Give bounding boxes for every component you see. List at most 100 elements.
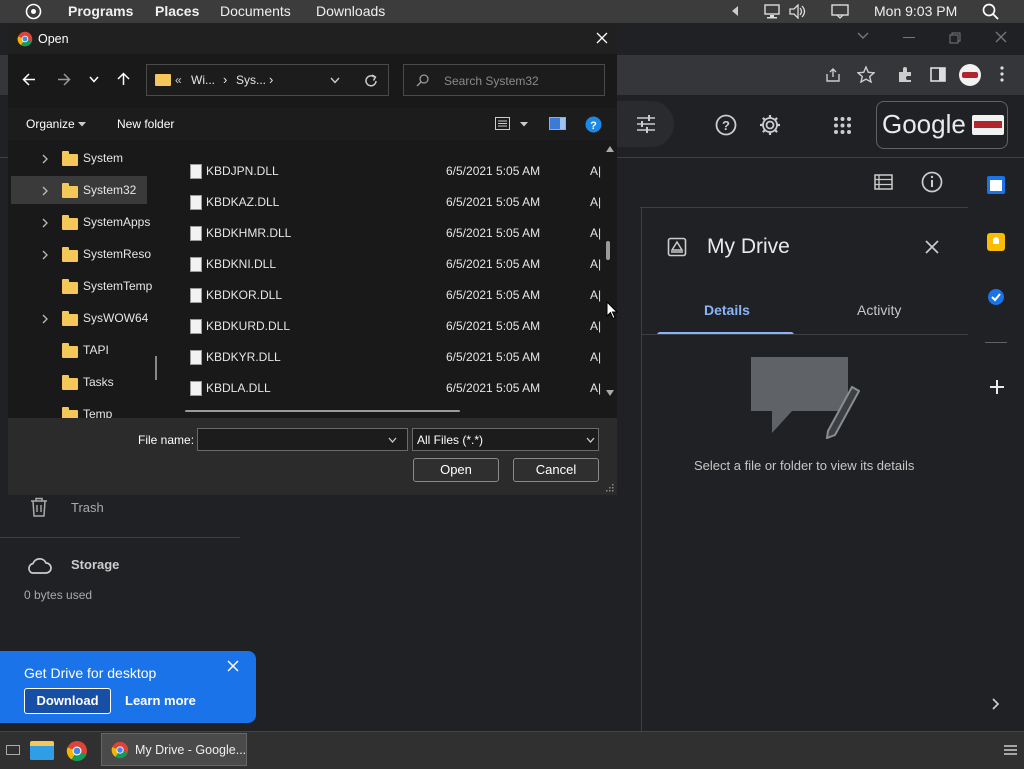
tree-item[interactable]: System xyxy=(8,150,154,168)
tray-arrow-icon[interactable] xyxy=(731,6,739,16)
network-icon[interactable] xyxy=(763,4,781,19)
tree-item[interactable]: System32 xyxy=(8,182,154,200)
breadcrumb-windows[interactable]: Wi... xyxy=(191,73,215,87)
sidebar-item-storage[interactable]: Storage xyxy=(71,557,119,572)
system-menu-icon[interactable] xyxy=(25,3,42,20)
open-button[interactable]: Open xyxy=(413,458,499,482)
address-bar[interactable]: « Wi... › Sys... › xyxy=(146,64,389,96)
apps-grid-icon[interactable] xyxy=(834,117,851,134)
tree-item[interactable]: SystemApps xyxy=(8,214,154,232)
bookmark-star-icon[interactable] xyxy=(857,66,875,83)
breadcrumb-separator[interactable]: › xyxy=(223,72,227,87)
tree-item[interactable]: SystemTemp xyxy=(8,278,154,296)
chrome-launcher-icon[interactable] xyxy=(66,740,88,762)
show-desktop-icon[interactable] xyxy=(6,745,20,755)
documents-menu[interactable]: Documents xyxy=(220,3,291,19)
calendar-icon[interactable] xyxy=(987,176,1005,194)
settings-gear-icon[interactable] xyxy=(758,113,782,137)
search-icon[interactable] xyxy=(982,3,999,20)
tree-item[interactable]: Tasks xyxy=(8,374,154,392)
close-window-icon[interactable] xyxy=(995,31,1007,43)
sidebar-item-trash[interactable]: Trash xyxy=(71,500,104,515)
file-manager-icon[interactable] xyxy=(30,741,54,760)
promo-learn-more-link[interactable]: Learn more xyxy=(125,693,196,708)
help-icon[interactable]: ? xyxy=(715,114,737,136)
tree-expand-chevron-icon[interactable] xyxy=(42,186,48,196)
scroll-up-arrow-icon[interactable] xyxy=(606,146,614,152)
dialog-close-icon[interactable] xyxy=(596,32,608,44)
file-row[interactable]: KBDKNI.DLL 6/5/2021 5:05 AM A| xyxy=(166,255,602,273)
programs-menu[interactable]: Programs xyxy=(68,3,133,19)
minimize-icon[interactable] xyxy=(903,37,915,38)
file-type-chevron-icon[interactable] xyxy=(586,437,595,443)
notification-icon[interactable] xyxy=(831,4,849,19)
add-app-icon[interactable] xyxy=(990,380,1004,394)
refresh-icon[interactable] xyxy=(364,74,378,88)
extensions-icon[interactable] xyxy=(897,66,914,83)
browser-menu-icon[interactable] xyxy=(1000,66,1004,82)
tree-expand-chevron-icon[interactable] xyxy=(42,154,48,164)
clock[interactable]: Mon 9:03 PM xyxy=(874,3,957,19)
back-arrow-icon[interactable] xyxy=(22,73,36,86)
file-row[interactable]: KBDKAZ.DLL 6/5/2021 5:05 AM A| xyxy=(166,193,602,211)
search-options-icon[interactable] xyxy=(636,115,656,133)
tree-scrollbar-thumb[interactable] xyxy=(155,356,157,380)
side-panel-icon[interactable] xyxy=(930,67,946,82)
taskbar-window-my-drive[interactable]: My Drive - Google... xyxy=(101,733,247,766)
tab-search-icon[interactable] xyxy=(857,32,869,40)
organize-chevron-icon[interactable] xyxy=(78,122,86,127)
breadcrumb-separator-2[interactable]: › xyxy=(269,72,273,87)
list-view-icon[interactable] xyxy=(874,174,893,190)
promo-close-icon[interactable] xyxy=(227,660,239,672)
file-row[interactable]: KBDKHMR.DLL 6/5/2021 5:05 AM A| xyxy=(166,224,602,242)
restore-icon[interactable] xyxy=(949,32,961,44)
address-history-chevron-icon[interactable] xyxy=(330,77,340,84)
tasks-icon[interactable] xyxy=(987,288,1005,306)
file-name-chevron-icon[interactable] xyxy=(388,437,397,443)
tree-item[interactable]: SysWOW64 xyxy=(8,310,154,328)
up-arrow-icon[interactable] xyxy=(117,72,130,86)
cancel-button[interactable]: Cancel xyxy=(513,458,599,482)
view-options-chevron-icon[interactable] xyxy=(520,122,528,127)
keep-icon[interactable] xyxy=(987,233,1005,251)
file-row[interactable]: KBDKURD.DLL 6/5/2021 5:05 AM A| xyxy=(166,317,602,335)
tree-item[interactable]: TAPI xyxy=(8,342,154,360)
volume-icon[interactable] xyxy=(789,4,807,19)
preview-pane-icon[interactable] xyxy=(549,117,566,130)
file-name-input[interactable] xyxy=(197,428,408,451)
account-switcher[interactable]: Google xyxy=(876,101,1008,149)
info-icon[interactable] xyxy=(921,171,943,193)
horizontal-scrollbar-thumb[interactable] xyxy=(185,410,460,412)
dialog-help-icon[interactable]: ? xyxy=(585,116,602,133)
tree-expand-chevron-icon[interactable] xyxy=(42,314,48,324)
breadcrumb-system32[interactable]: Sys... xyxy=(236,73,266,87)
file-row[interactable]: KBDLA.DLL 6/5/2021 5:05 AM A| xyxy=(166,379,602,397)
new-folder-button[interactable]: New folder xyxy=(117,117,174,131)
file-row[interactable]: KBDKOR.DLL 6/5/2021 5:05 AM A| xyxy=(166,286,602,304)
resize-grip-icon[interactable] xyxy=(605,483,614,492)
file-row[interactable]: KBDJPN.DLL 6/5/2021 5:05 AM A| xyxy=(166,162,602,180)
places-menu[interactable]: Places xyxy=(155,3,199,19)
downloads-menu[interactable]: Downloads xyxy=(316,3,385,19)
expand-rail-icon[interactable] xyxy=(992,698,1000,710)
profile-avatar[interactable] xyxy=(959,64,981,86)
tree-item[interactable]: SystemReso xyxy=(8,246,154,264)
recent-locations-chevron-icon[interactable] xyxy=(89,76,99,83)
file-type-select[interactable]: All Files (*.*) xyxy=(412,428,599,451)
taskbar-menu-icon[interactable] xyxy=(1004,745,1017,755)
tab-activity[interactable]: Activity xyxy=(857,302,901,318)
file-row[interactable]: KBDKYR.DLL 6/5/2021 5:05 AM A| xyxy=(166,348,602,366)
tab-details[interactable]: Details xyxy=(704,302,750,318)
promo-download-button[interactable]: Download xyxy=(24,688,111,714)
tree-expand-chevron-icon[interactable] xyxy=(42,218,48,228)
file-list-scrollbar-thumb[interactable] xyxy=(606,241,610,260)
close-details-icon[interactable] xyxy=(925,240,939,254)
forward-arrow-icon[interactable] xyxy=(57,73,71,86)
tree-expand-chevron-icon[interactable] xyxy=(42,250,48,260)
search-box[interactable]: Search System32 xyxy=(403,64,605,96)
organize-button[interactable]: Organize xyxy=(26,117,75,131)
breadcrumb-overflow[interactable]: « xyxy=(175,73,182,87)
view-options-icon[interactable] xyxy=(495,117,510,130)
share-icon[interactable] xyxy=(825,67,842,83)
scroll-down-arrow-icon[interactable] xyxy=(606,390,614,396)
